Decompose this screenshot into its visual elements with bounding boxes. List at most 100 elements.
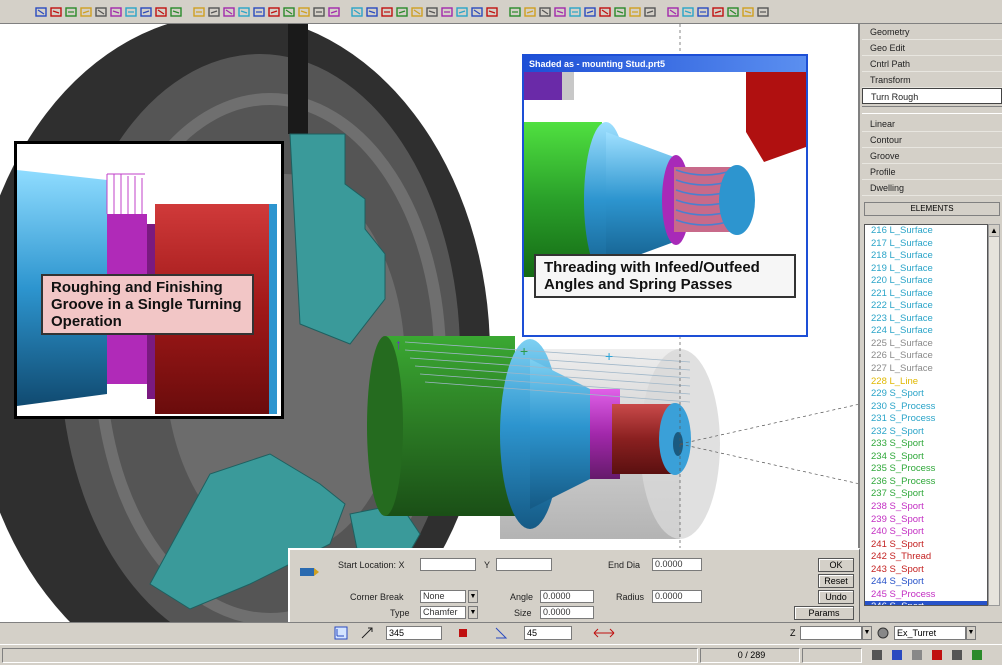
solid-icon[interactable] (440, 4, 453, 20)
zoom-icon[interactable] (282, 4, 295, 20)
angle-icon[interactable] (494, 626, 508, 640)
xy-plane-icon[interactable] (334, 626, 348, 640)
elements-scrollbar[interactable]: ▲ (988, 224, 1000, 606)
menu-geometry[interactable]: Geometry (862, 24, 1002, 40)
op-contour[interactable]: Contour (862, 132, 1002, 148)
grid-icon[interactable] (327, 4, 340, 20)
wrench-icon[interactable] (741, 4, 754, 20)
ok-button[interactable]: OK (818, 558, 854, 572)
list-item[interactable]: 224 L_Surface (865, 325, 987, 338)
list-item[interactable]: 219 L_Surface (865, 263, 987, 276)
type-select[interactable]: Chamfer (420, 606, 466, 619)
list-item[interactable]: 226 L_Surface (865, 350, 987, 363)
redo-icon[interactable] (109, 4, 122, 20)
list-item[interactable]: 238 S_Sport (865, 501, 987, 514)
list-item[interactable]: 242 S_Thread (865, 551, 987, 564)
cut-icon[interactable] (124, 4, 137, 20)
corner-break-dropdown-icon[interactable]: ▼ (468, 590, 478, 603)
op-profile[interactable]: Profile (862, 164, 1002, 180)
list-item[interactable]: 230 S_Process (865, 401, 987, 414)
record-icon[interactable] (583, 4, 596, 20)
curve-icon[interactable] (267, 4, 280, 20)
text-icon[interactable] (470, 4, 483, 20)
measure-icon[interactable] (485, 4, 498, 20)
ruler-icon[interactable] (628, 4, 641, 20)
list-item[interactable]: 217 L_Surface (865, 238, 987, 251)
corner-break-select[interactable]: None (420, 590, 466, 603)
list-item[interactable]: 228 L_Line (865, 376, 987, 389)
camera-icon[interactable] (726, 4, 739, 20)
list-item[interactable]: 223 L_Surface (865, 313, 987, 326)
value-field-b[interactable]: 45 (524, 626, 572, 640)
turret-icon[interactable] (876, 626, 890, 640)
chain-icon[interactable] (643, 4, 656, 20)
pen-icon[interactable] (252, 4, 265, 20)
copy-icon[interactable] (139, 4, 152, 20)
list-item[interactable]: 235 S_Process (865, 463, 987, 476)
chart-icon[interactable] (222, 4, 235, 20)
view-icon[interactable] (365, 4, 378, 20)
size-field[interactable]: 0.0000 (540, 606, 594, 619)
select-icon[interactable] (169, 4, 182, 20)
list-item[interactable]: 225 L_Surface (865, 338, 987, 351)
list-item[interactable]: 216 L_Surface (865, 225, 987, 238)
open-icon[interactable] (49, 4, 62, 20)
render-icon[interactable] (508, 4, 521, 20)
op-linear[interactable]: Linear (862, 116, 1002, 132)
tool-icon[interactable] (237, 4, 250, 20)
start-y-field[interactable] (496, 558, 552, 571)
trim-icon[interactable] (666, 4, 679, 20)
list-item[interactable]: 237 S_Sport (865, 488, 987, 501)
end-dia-field[interactable]: 0.0000 (652, 558, 702, 571)
wireframe-icon[interactable] (207, 4, 220, 20)
list-item[interactable]: 239 S_Sport (865, 514, 987, 527)
scale-icon[interactable] (410, 4, 423, 20)
coord-field[interactable] (800, 626, 862, 640)
list-item[interactable]: 233 S_Sport (865, 438, 987, 451)
type-dropdown-icon[interactable]: ▼ (468, 606, 478, 619)
menu-transform[interactable]: Transform (862, 72, 1002, 88)
list-item[interactable]: 221 L_Surface (865, 288, 987, 301)
list-item[interactable]: 222 L_Surface (865, 300, 987, 313)
list-item[interactable]: 231 S_Process (865, 413, 987, 426)
reset-button[interactable]: Reset (818, 574, 854, 588)
stop-icon[interactable] (456, 626, 470, 640)
surface-icon[interactable] (425, 4, 438, 20)
list-item[interactable]: 236 S_Process (865, 476, 987, 489)
paste-icon[interactable] (154, 4, 167, 20)
list-item[interactable]: 244 S_Sport (865, 576, 987, 589)
help-icon[interactable] (696, 4, 709, 20)
arrows-icon[interactable] (592, 626, 616, 640)
coord-dropdown-icon[interactable]: ▼ (862, 626, 872, 640)
list-item[interactable]: 218 L_Surface (865, 250, 987, 263)
save-icon[interactable] (64, 4, 77, 20)
start-x-field[interactable] (420, 558, 476, 571)
op-dwelling[interactable]: Dwelling (862, 180, 1002, 196)
menu-geo-edit[interactable]: Geo Edit (862, 40, 1002, 56)
move-icon[interactable] (395, 4, 408, 20)
list-item[interactable]: 220 L_Surface (865, 275, 987, 288)
color-icon[interactable] (553, 4, 566, 20)
material-icon[interactable] (568, 4, 581, 20)
sketch-icon[interactable] (455, 4, 468, 20)
undo-icon[interactable] (94, 4, 107, 20)
value-field-a[interactable]: 345 (386, 626, 442, 640)
params-button[interactable]: Params (794, 606, 854, 620)
shade-icon[interactable] (523, 4, 536, 20)
view-select-icon[interactable] (360, 626, 374, 640)
list-item[interactable]: 241 S_Sport (865, 539, 987, 552)
list-item[interactable]: 243 S_Sport (865, 564, 987, 577)
layer-icon[interactable] (350, 4, 363, 20)
print-icon[interactable] (79, 4, 92, 20)
mirror-icon[interactable] (192, 4, 205, 20)
list-item[interactable]: 245 S_Process (865, 589, 987, 602)
dimension-icon[interactable] (312, 4, 325, 20)
scroll-up-icon[interactable]: ▲ (989, 225, 999, 237)
new-file-icon[interactable] (34, 4, 47, 20)
list-item[interactable]: 229 S_Sport (865, 388, 987, 401)
list-item[interactable]: 234 S_Sport (865, 451, 987, 464)
rotate-icon[interactable] (380, 4, 393, 20)
radius-field[interactable]: 0.0000 (652, 590, 702, 603)
transform-icon[interactable] (297, 4, 310, 20)
monitor-icon[interactable] (711, 4, 724, 20)
